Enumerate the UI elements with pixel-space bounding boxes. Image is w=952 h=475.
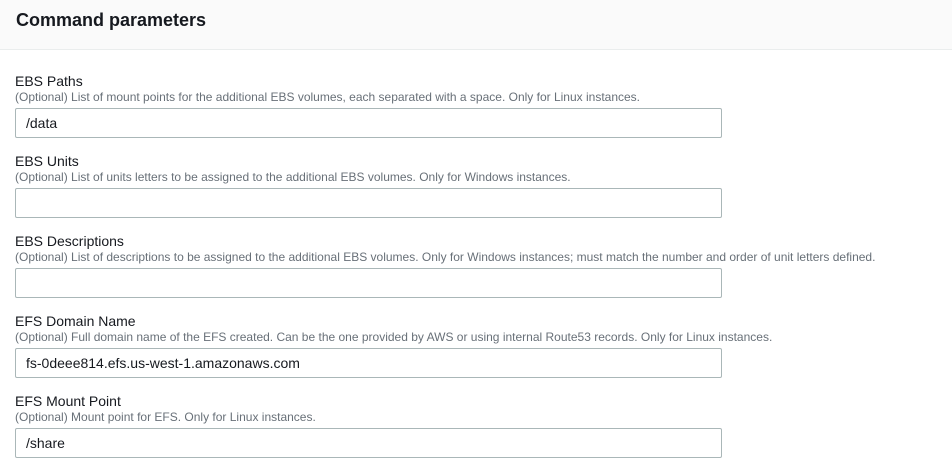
efs-domain-name-input[interactable] — [15, 348, 722, 378]
field-description: (Optional) Full domain name of the EFS c… — [15, 330, 773, 344]
field-ebs-units: EBS Units (Optional) List of units lette… — [15, 153, 935, 218]
field-label: EBS Units — [15, 153, 79, 169]
panel-title: Command parameters — [16, 10, 207, 30]
field-description: (Optional) Mount point for EFS. Only for… — [15, 410, 316, 424]
field-description: (Optional) List of mount points for the … — [15, 90, 641, 104]
field-label: EFS Mount Point — [15, 393, 121, 409]
field-efs-domain-name: EFS Domain Name (Optional) Full domain n… — [15, 313, 935, 378]
ebs-paths-input[interactable] — [15, 108, 722, 138]
field-label: EBS Paths — [15, 73, 83, 89]
field-efs-mount-point: EFS Mount Point (Optional) Mount point f… — [15, 393, 935, 458]
field-label: EFS Domain Name — [15, 313, 136, 329]
field-description: (Optional) List of units letters to be a… — [15, 170, 571, 184]
field-ebs-descriptions: EBS Descriptions (Optional) List of desc… — [15, 233, 935, 298]
field-description: (Optional) List of descriptions to be as… — [15, 250, 876, 264]
ebs-descriptions-input[interactable] — [15, 268, 722, 298]
field-label: EBS Descriptions — [15, 233, 124, 249]
efs-mount-point-input[interactable] — [15, 428, 722, 458]
panel-header: Command parameters — [0, 0, 952, 50]
command-parameters-panel: Command parameters EBS Paths (Optional) … — [0, 0, 952, 475]
field-ebs-paths: EBS Paths (Optional) List of mount point… — [15, 73, 935, 138]
ebs-units-input[interactable] — [15, 188, 722, 218]
